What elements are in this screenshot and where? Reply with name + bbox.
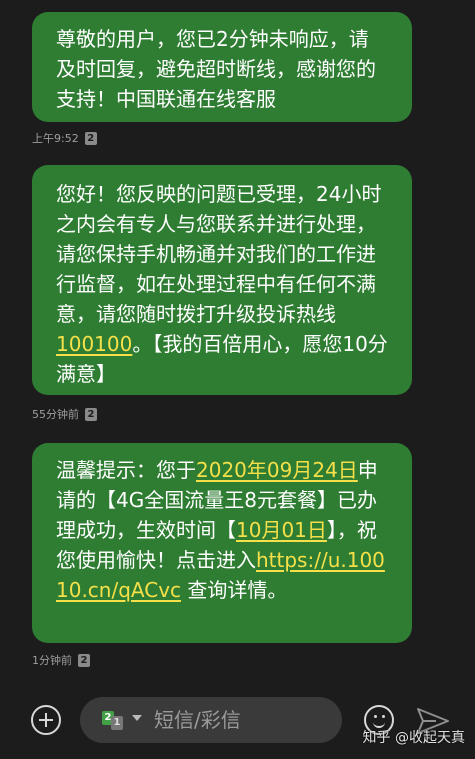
date-link[interactable]: 2020年09月24日 bbox=[196, 458, 358, 482]
message-text: 温馨提示：您于2020年09月24日申请的【4G全国流量王8元套餐】已办理成功，… bbox=[56, 455, 388, 605]
message-input-placeholder[interactable]: 短信/彩信 bbox=[154, 707, 241, 733]
sim-card-icon: 2 bbox=[85, 407, 97, 421]
message-text-segment: 查询详情。 bbox=[181, 578, 288, 602]
message-text-segment: 温馨提示：您于 bbox=[56, 458, 196, 482]
sim-card-icon: 2 bbox=[84, 131, 97, 145]
message-text: 您好！您反映的问题已受理，24小时之内会有专人与您联系并进行处理，请您保持手机畅… bbox=[56, 179, 388, 389]
message-time: 1分钟前 bbox=[32, 654, 72, 667]
emoji-eye bbox=[382, 715, 385, 718]
message-meta: 上午9:52 2 bbox=[32, 130, 97, 146]
message-input[interactable]: 2 1 短信/彩信 bbox=[80, 697, 342, 743]
message-bubble[interactable]: 您好！您反映的问题已受理，24小时之内会有专人与您联系并进行处理，请您保持手机畅… bbox=[32, 165, 412, 395]
emoji-eye bbox=[374, 715, 377, 718]
message-bubble[interactable]: 尊敬的用户，您已2分钟未响应，请及时回复，避免超时断线，感谢您的支持！中国联通在… bbox=[32, 12, 412, 122]
composer-bar: 2 1 短信/彩信 bbox=[0, 690, 475, 759]
sim-select[interactable]: 2 1 bbox=[102, 711, 124, 730]
sim-card-icon: 1 bbox=[111, 716, 123, 730]
message-meta: 1分钟前 2 bbox=[32, 652, 90, 668]
message-time: 上午9:52 bbox=[32, 132, 79, 145]
message-time: 55分钟前 bbox=[32, 408, 79, 421]
message-text-segment: 尊敬的用户，您已2分钟未响应，请及时回复，避免超时断线，感谢您的支持！中国联通在… bbox=[56, 27, 376, 111]
add-icon[interactable] bbox=[31, 705, 61, 735]
phone-link[interactable]: 100100 bbox=[56, 332, 132, 356]
message-text: 尊敬的用户，您已2分钟未响应，请及时回复，避免超时断线，感谢您的支持！中国联通在… bbox=[56, 24, 388, 114]
sim-card-icon: 2 bbox=[78, 653, 90, 667]
message-text-segment: 您好！您反映的问题已受理，24小时之内会有专人与您联系并进行处理，请您保持手机畅… bbox=[56, 182, 382, 326]
date-link[interactable]: 10月01日 bbox=[236, 518, 327, 542]
message-meta: 55分钟前 2 bbox=[32, 406, 97, 422]
message-bubble[interactable]: 温馨提示：您于2020年09月24日申请的【4G全国流量王8元套餐】已办理成功，… bbox=[32, 443, 412, 643]
watermark: 知乎 @收起天真 bbox=[362, 730, 465, 746]
chevron-down-icon[interactable] bbox=[132, 715, 142, 721]
